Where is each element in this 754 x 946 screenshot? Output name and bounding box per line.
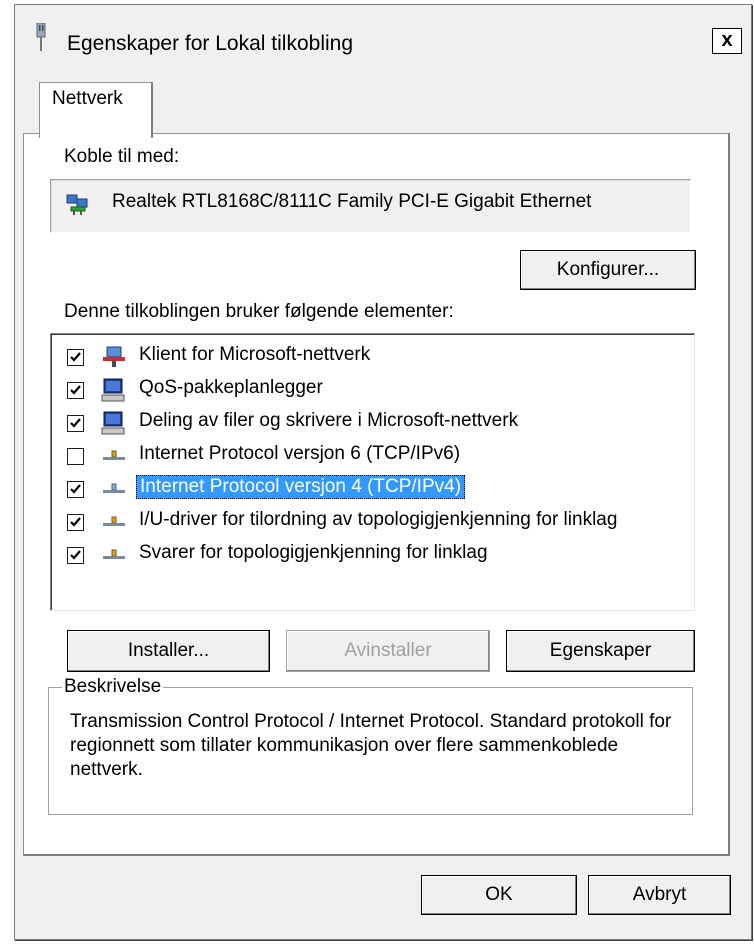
- list-item[interactable]: Svarer for topologigjenkjenning for link…: [51, 538, 691, 571]
- list-item[interactable]: QoS-pakkeplanlegger: [51, 373, 691, 406]
- list-item-selected[interactable]: Internet Protocol versjon 4 (TCP/IPv4): [51, 472, 691, 505]
- item-checkbox[interactable]: [67, 481, 84, 498]
- components-list[interactable]: Klient for Microsoft-nettverk QoS-pakkep…: [50, 333, 695, 611]
- item-checkbox[interactable]: [67, 547, 84, 564]
- title-bar[interactable]: Egenskaper for Lokal tilkobling x: [15, 5, 751, 55]
- item-label: Svarer for topologigjenkjenning for link…: [139, 542, 488, 563]
- window-title: Egenskaper for Lokal tilkobling: [67, 32, 354, 55]
- item-label: Internet Protocol versjon 6 (TCP/IPv6): [139, 443, 461, 464]
- item-label: Klient for Microsoft-nettverk: [139, 344, 371, 365]
- description-legend: Beskrivelse: [62, 676, 164, 698]
- ok-button-label: OK: [485, 884, 513, 905]
- description-text: Transmission Control Protocol / Internet…: [70, 711, 672, 780]
- properties-button[interactable]: Egenskaper: [506, 630, 695, 672]
- item-label: I/U-driver for tilordning av topologigje…: [139, 509, 618, 530]
- properties-button-label: Egenskaper: [549, 640, 652, 661]
- network-connection-icon: [36, 23, 46, 51]
- ok-button[interactable]: OK: [421, 875, 577, 915]
- network-client-icon: [103, 346, 125, 367]
- item-checkbox[interactable]: [67, 349, 84, 366]
- protocol-icon: [103, 483, 125, 493]
- cancel-button[interactable]: Avbryt: [588, 875, 731, 915]
- close-button[interactable]: x: [712, 28, 742, 54]
- item-checkbox[interactable]: [67, 382, 84, 399]
- tab-nettverk[interactable]: Nettverk: [39, 82, 153, 138]
- list-item[interactable]: Internet Protocol versjon 6 (TCP/IPv6): [51, 439, 691, 472]
- install-button-label: Installer...: [127, 640, 210, 661]
- item-checkbox[interactable]: [67, 514, 84, 531]
- connect-using-label: Koble til med:: [64, 146, 180, 167]
- item-checkbox[interactable]: [67, 415, 84, 432]
- configure-button-label: Konfigurer...: [556, 259, 660, 280]
- list-item[interactable]: I/U-driver for tilordning av topologigje…: [51, 505, 691, 538]
- network-adapter-icon: [66, 194, 88, 215]
- adapter-name: Realtek RTL8168C/8111C Family PCI-E Giga…: [112, 191, 592, 212]
- item-checkbox[interactable]: [67, 448, 84, 465]
- cancel-button-label: Avbryt: [632, 884, 687, 905]
- item-label: QoS-pakkeplanlegger: [139, 377, 323, 398]
- configure-button[interactable]: Konfigurer...: [520, 250, 696, 290]
- protocol-icon: [103, 549, 125, 559]
- protocol-icon: [103, 450, 125, 460]
- items-section-label: Denne tilkoblingen bruker følgende eleme…: [64, 301, 454, 322]
- list-item[interactable]: Deling av filer og skrivere i Microsoft-…: [51, 406, 691, 439]
- computer-service-icon: [101, 411, 125, 435]
- item-label: Deling av filer og skrivere i Microsoft-…: [139, 410, 519, 431]
- tab-label: Nettverk: [52, 88, 123, 109]
- computer-service-icon: [101, 378, 125, 402]
- uninstall-button[interactable]: Avinstaller: [286, 630, 490, 672]
- uninstall-button-label: Avinstaller: [344, 640, 432, 661]
- list-item[interactable]: Klient for Microsoft-nettverk: [51, 340, 691, 373]
- protocol-icon: [103, 516, 125, 526]
- install-button[interactable]: Installer...: [67, 630, 270, 672]
- adapter-field: Realtek RTL8168C/8111C Family PCI-E Giga…: [50, 179, 691, 233]
- item-label: Internet Protocol versjon 4 (TCP/IPv4): [136, 475, 466, 499]
